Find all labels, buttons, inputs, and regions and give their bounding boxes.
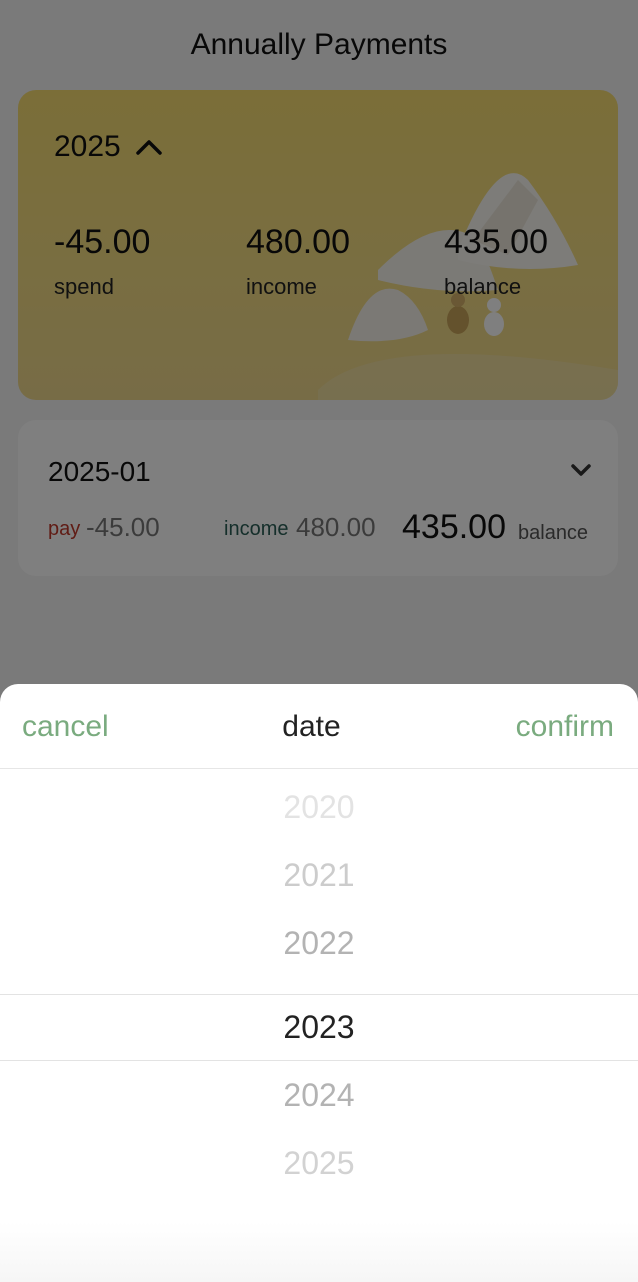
year-option[interactable]: 2020 — [0, 773, 638, 841]
wheel-fade — [0, 1222, 638, 1282]
year-option-selected[interactable]: 2023 — [0, 993, 638, 1061]
picker-header: cancel date confirm — [0, 684, 638, 769]
year-wheel[interactable]: 2020 2021 2022 2023 2024 2025 — [0, 769, 638, 1282]
year-option[interactable]: 2024 — [0, 1061, 638, 1129]
year-option[interactable]: 2022 — [0, 909, 638, 977]
page: Annually Payments 2025 -45.00 spend 480.… — [0, 0, 638, 1282]
year-option[interactable]: 2021 — [0, 841, 638, 909]
year-option[interactable]: 2025 — [0, 1129, 638, 1197]
date-picker-sheet: cancel date confirm 2020 2021 2022 2023 … — [0, 684, 638, 1282]
confirm-button[interactable]: confirm — [516, 710, 614, 744]
